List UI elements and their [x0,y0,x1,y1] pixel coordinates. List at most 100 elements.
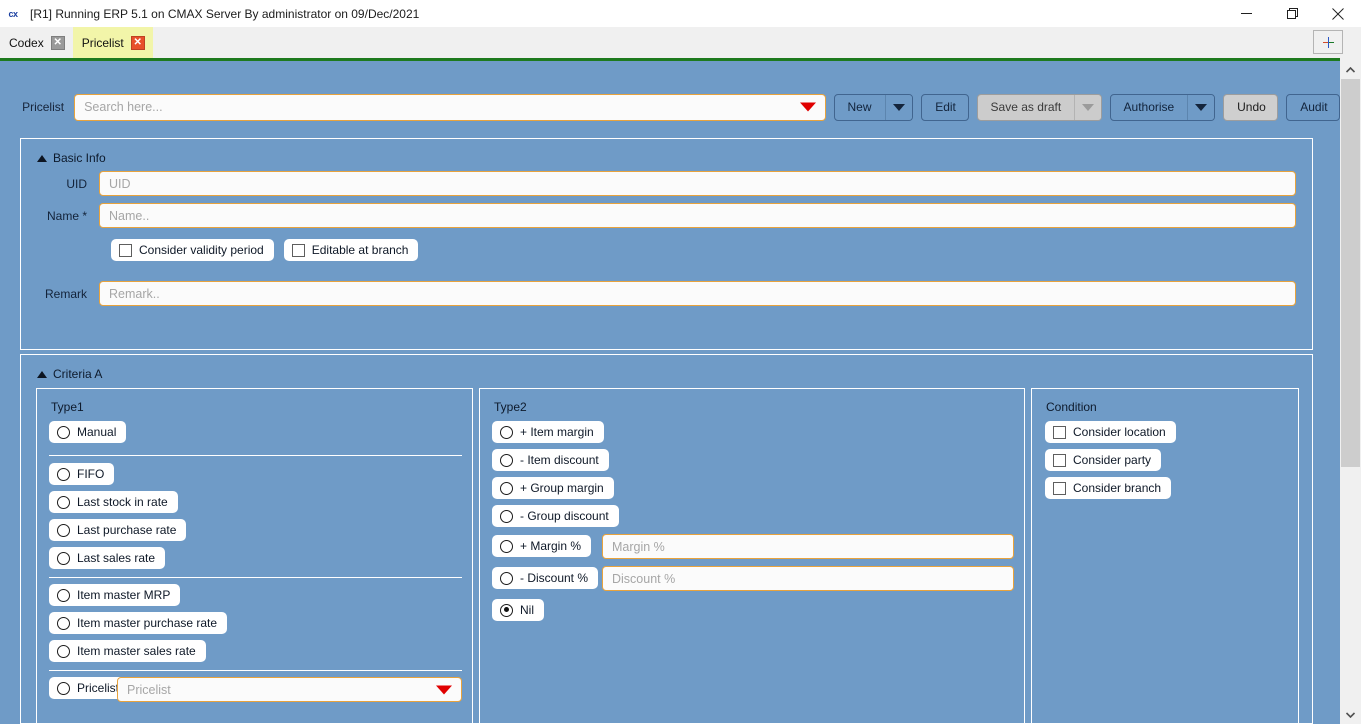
type2-option-label: + Group margin [520,481,604,495]
save-as-draft-button[interactable]: Save as draft [976,93,1102,121]
scroll-down-icon[interactable] [1340,706,1361,724]
tab-list: Codex ✕ Pricelist ✕ [0,27,153,58]
type1-pricelist-combo [117,677,462,702]
authorise-button-label: Authorise [1123,99,1175,114]
condition-title: Condition [1046,400,1097,414]
collapse-triangle-icon [37,370,47,378]
type1-option-last-stock-in-rate[interactable]: Last stock in rate [49,491,178,513]
condition-consider-party-checkbox[interactable]: Consider party [1045,449,1162,471]
audit-button-label: Audit [1300,99,1328,114]
condition-option-label: Consider branch [1073,481,1162,495]
type1-option-label: Manual [77,425,117,439]
criteria-a-title[interactable]: Criteria A [37,367,102,381]
vertical-scrollbar[interactable] [1340,61,1361,724]
chevron-down-icon [1195,103,1208,111]
type1-divider [49,670,462,671]
type1-option-fifo[interactable]: FIFO [49,463,115,485]
condition-option-label: Consider location [1073,425,1166,439]
chevron-down-icon [1081,103,1094,111]
type2-option-item-discount[interactable]: - Item discount [492,449,609,471]
search-combo [74,93,826,121]
authorise-button[interactable]: Authorise [1109,93,1216,121]
type1-option-item-master-sales-rate[interactable]: Item master sales rate [49,640,206,662]
search-input[interactable] [74,93,826,121]
uid-input[interactable] [99,171,1296,196]
type1-option-label: Item master purchase rate [77,616,218,630]
radio-icon [500,603,513,617]
editable-at-branch-checkbox[interactable]: Editable at branch [283,239,419,261]
tab-close-icon[interactable]: ✕ [130,35,145,50]
type2-option-item-margin[interactable]: + Item margin [492,421,604,443]
type2-option-label: + Item margin [520,425,594,439]
type2-option-nil[interactable]: Nil [492,599,544,621]
type1-option-manual[interactable]: Manual [49,421,127,443]
window-controls [1223,0,1361,27]
type1-pricelist-input[interactable] [117,677,462,702]
editable-at-branch-label: Editable at branch [311,243,409,257]
type1-option-label: Item master MRP [77,588,171,602]
minimize-icon[interactable] [1223,0,1269,27]
radio-icon [57,425,70,439]
basic-info-checkbox-row: Consider validity period Editable at bra… [111,239,419,261]
add-tab-button[interactable] [1313,30,1343,54]
radio-icon [57,523,70,537]
margin-percent-input[interactable] [602,534,1014,559]
type1-option-last-sales-rate[interactable]: Last sales rate [49,547,166,569]
scroll-up-icon[interactable] [1340,61,1361,79]
tab-codex[interactable]: Codex ✕ [0,27,73,58]
remark-input[interactable] [99,281,1296,306]
close-icon[interactable] [1315,0,1361,27]
app-icon: cx [8,8,18,19]
type1-option-item-master-purchase-rate[interactable]: Item master purchase rate [49,612,228,634]
new-button-label: New [847,99,872,114]
tab-strip: Codex ✕ Pricelist ✕ [0,27,1361,58]
radio-icon [57,644,70,658]
basic-info-group: Basic Info UID Name * Consider validity … [20,138,1313,350]
type2-option-group-discount[interactable]: - Group discount [492,505,619,527]
edit-button-label: Edit [935,99,956,114]
radio-icon [57,616,70,630]
audit-button[interactable]: Audit [1286,93,1340,121]
type2-option-label: - Discount % [520,571,589,585]
tab-close-icon[interactable]: ✕ [50,35,65,50]
window-title: [R1] Running ERP 5.1 on CMAX Server By a… [30,6,420,21]
consider-validity-period-label: Consider validity period [139,243,264,257]
type2-option-group-margin[interactable]: + Group margin [492,477,614,499]
new-button[interactable]: New [833,93,914,121]
radio-icon [500,481,513,495]
criteria-a-group: Criteria A Type1 Manual FIFO Last stock … [20,354,1313,724]
new-dropdown-toggle[interactable] [884,94,913,120]
radio-icon [57,588,70,602]
save-as-draft-dropdown-toggle[interactable] [1074,94,1101,120]
basic-info-title[interactable]: Basic Info [37,151,106,165]
record-toolbar: Pricelist New Edit Save as draft Authori… [0,92,1340,122]
type2-option-discount-percent[interactable]: - Discount % [492,567,599,589]
checkbox-icon [1053,425,1066,439]
condition-consider-branch-checkbox[interactable]: Consider branch [1045,477,1172,499]
type1-option-label: FIFO [77,467,105,481]
type1-option-last-purchase-rate[interactable]: Last purchase rate [49,519,187,541]
type2-option-margin-percent[interactable]: + Margin % [492,535,592,557]
application-window: cx [R1] Running ERP 5.1 on CMAX Server B… [0,0,1361,724]
consider-validity-period-checkbox[interactable]: Consider validity period [111,239,274,261]
condition-option-label: Consider party [1073,453,1152,467]
condition-consider-location-checkbox[interactable]: Consider location [1045,421,1176,443]
tab-label: Pricelist [81,35,124,50]
name-input[interactable] [99,203,1296,228]
type1-option-label: Last purchase rate [77,523,177,537]
radio-icon [57,467,70,481]
maximize-icon[interactable] [1269,0,1315,27]
undo-button[interactable]: Undo [1223,93,1279,121]
radio-icon [57,551,70,565]
discount-percent-input[interactable] [602,566,1014,591]
radio-icon [500,425,513,439]
save-as-draft-button-label: Save as draft [990,99,1062,114]
checkbox-icon [119,243,132,257]
type1-option-item-master-mrp[interactable]: Item master MRP [49,584,181,606]
tab-pricelist[interactable]: Pricelist ✕ [72,27,153,58]
edit-button[interactable]: Edit [921,93,969,121]
scrollbar-thumb[interactable] [1341,79,1360,467]
authorise-dropdown-toggle[interactable] [1187,94,1215,120]
checkbox-icon [1053,453,1066,467]
radio-icon [500,509,513,523]
